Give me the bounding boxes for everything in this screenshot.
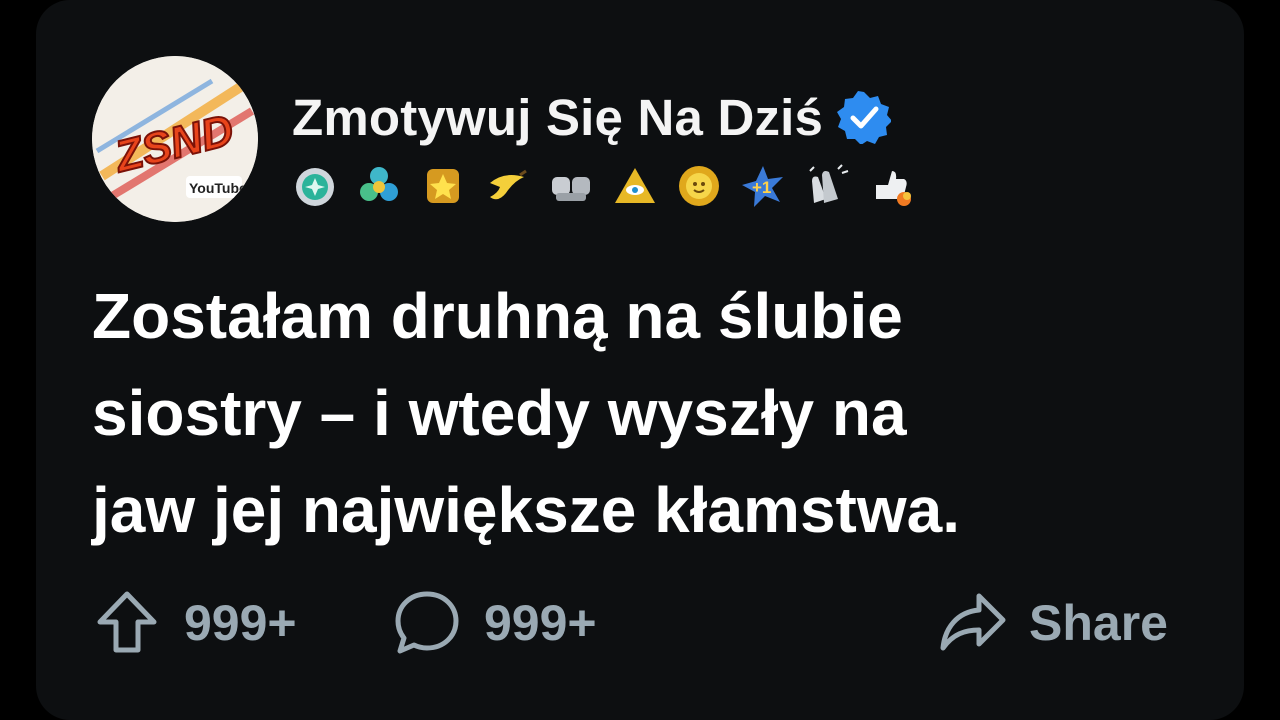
clapping-hands-icon [809,164,849,203]
pyramid-eye-icon [615,168,655,203]
comment-count: 999+ [484,595,597,651]
upvote-arrow-icon [97,591,157,653]
rocket-thumb-icon [876,171,911,206]
post-title-line: Zostałam druhną na ślubie [92,280,903,352]
fist-bump-icon [552,177,590,201]
flower-gems-icon [360,167,398,201]
upvote-count: 999+ [184,595,297,651]
sun-face-icon [679,166,719,206]
plus-one-icon: +1 [742,166,783,207]
channel-avatar[interactable]: ZSND YouTube [92,56,258,222]
post-card: ZSND YouTube Zmotywuj Się Na Dziś +1 Zos… [36,0,1244,720]
post-title[interactable]: Zostałam druhną na ślubie siostry – i wt… [92,268,1202,559]
verified-badge-icon [837,91,892,144]
avatar-logo-icon: ZSND YouTube [92,56,258,222]
post-title-line: jaw jej największe kłamstwa. [92,474,960,546]
award-badges: +1 [292,160,914,212]
share-arrow-icon [940,593,1006,651]
banana-icon [490,169,527,200]
star-badge-icon [427,169,459,203]
medal-icon [296,168,334,206]
upvote-button[interactable]: 999+ [92,588,297,658]
author-row: Zmotywuj Się Na Dziś [292,82,892,152]
channel-name[interactable]: Zmotywuj Się Na Dziś [292,88,823,147]
post-title-line: siostry – i wtedy wyszły na [92,377,907,449]
svg-text:+1: +1 [752,178,771,197]
share-button[interactable]: Share [937,588,1168,658]
share-label: Share [1029,595,1168,651]
comment-bubble-icon [395,591,459,654]
post-actions: 999+ 999+ Share [92,588,1192,658]
avatar-youtube-text: YouTube [189,180,247,196]
comments-button[interactable]: 999+ [392,588,597,658]
